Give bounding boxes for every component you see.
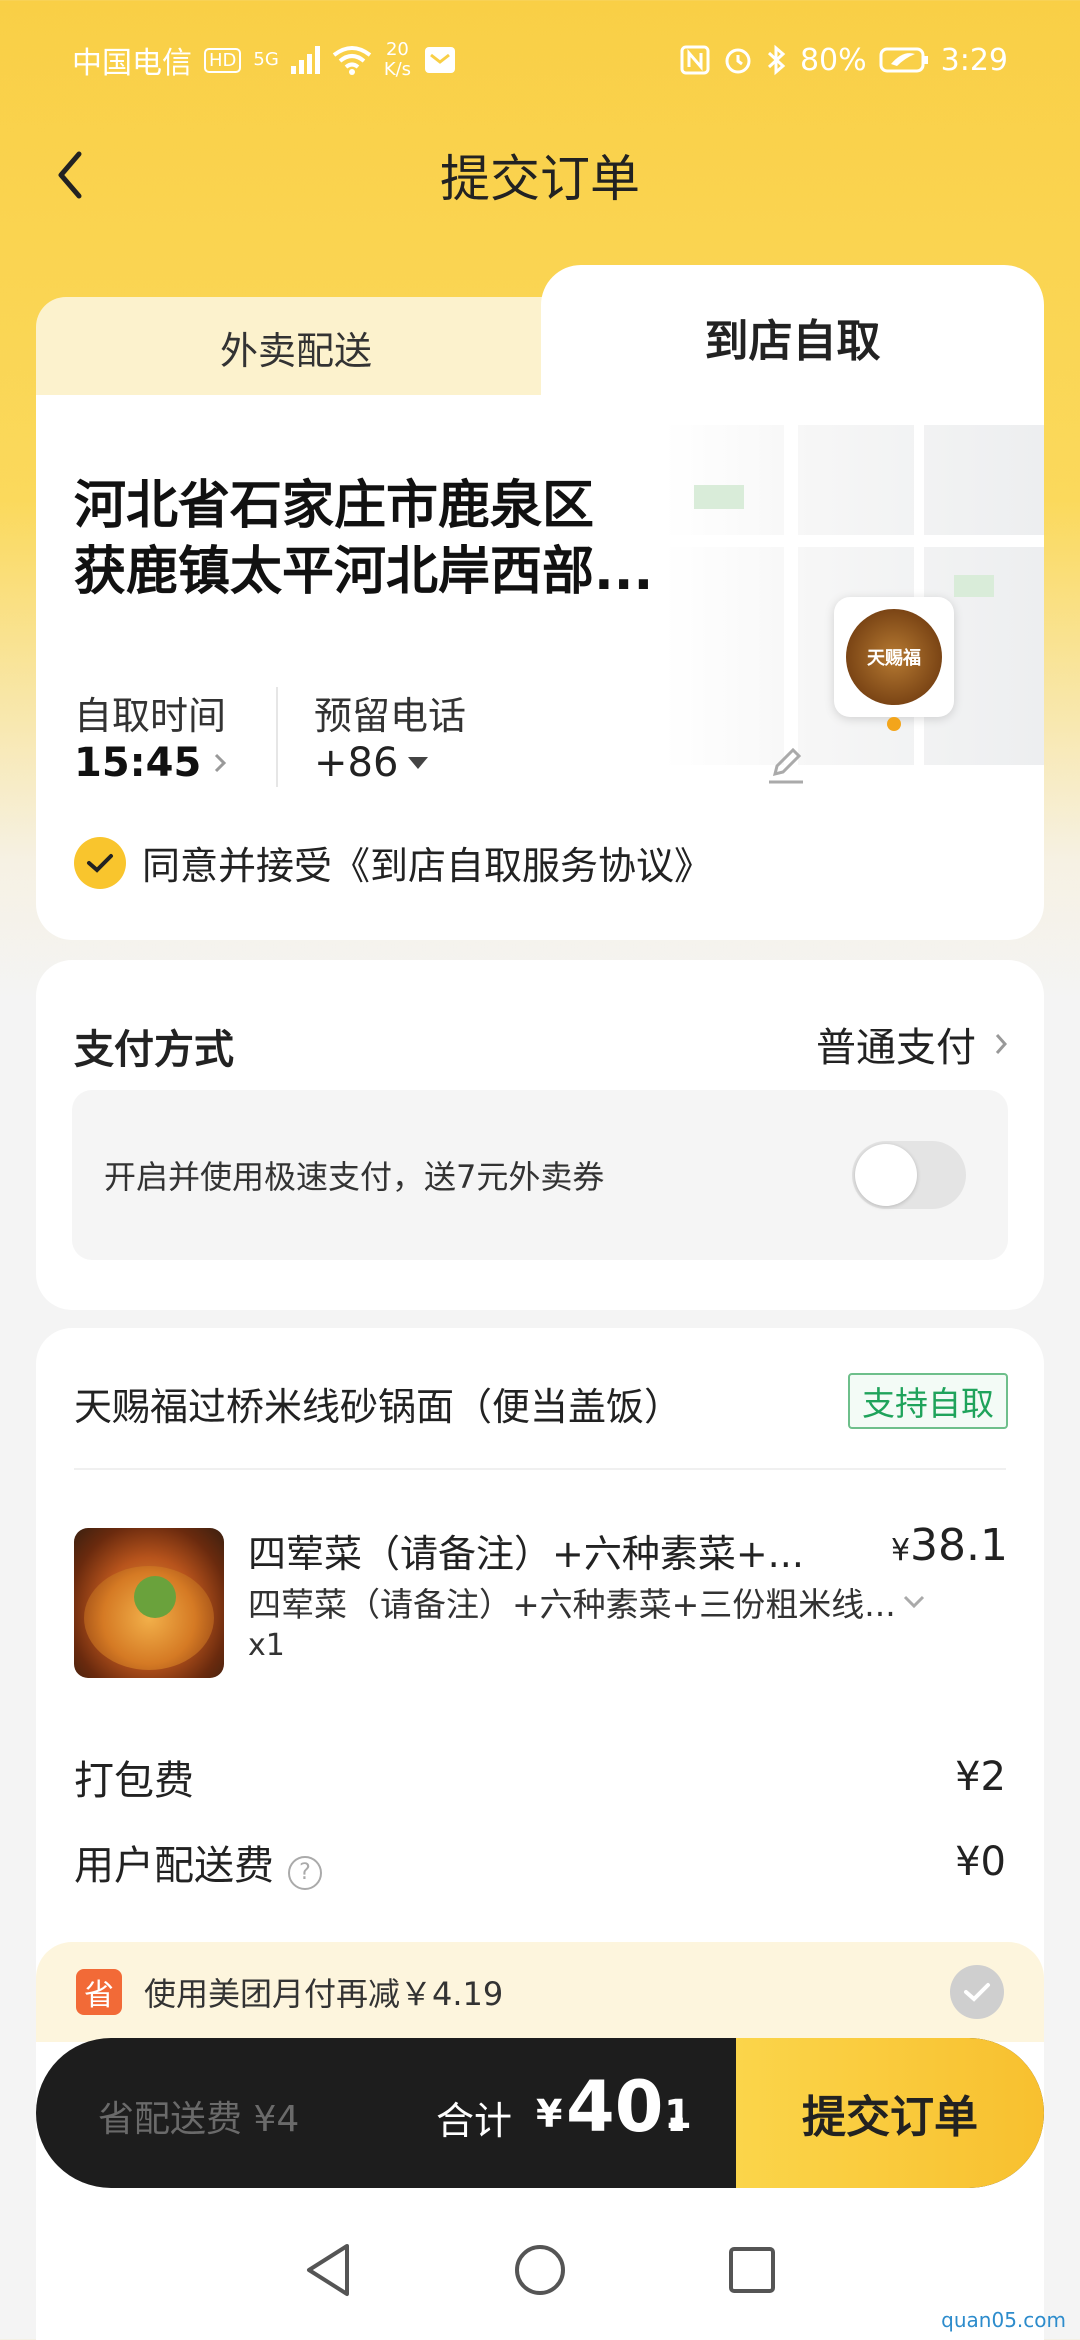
net-speed: 20 K/s <box>384 40 411 80</box>
total-amount-decimal: 1 <box>664 2092 692 2138</box>
monthly-pay-checkbox[interactable] <box>950 1965 1004 2019</box>
net-speed-unit: K/s <box>383 59 412 80</box>
toggle-knob <box>855 1144 917 1206</box>
food-item-price-value: 38.1 <box>910 1520 1008 1571</box>
agreement-checkbox[interactable] <box>74 836 126 889</box>
food-item-quantity: x1 <box>248 1628 285 1663</box>
total-label: 合计 <box>436 2099 513 2143</box>
map-pin-dot <box>887 717 901 731</box>
watermark: quan05.com <box>941 2308 1066 2332</box>
packing-fee-value: ¥2 <box>955 1754 1006 1800</box>
phone-country-code-selector[interactable]: +86 <box>314 740 430 786</box>
status-left: 中国电信 HD 5G 20 K/s <box>72 38 457 82</box>
signal-icon <box>290 46 320 74</box>
tab-delivery[interactable]: 外卖配送 <box>36 297 556 405</box>
nav-recents-icon[interactable] <box>727 2245 777 2295</box>
delivery-saving-text: 省配送费 ¥4 <box>98 2099 300 2140</box>
pickup-time-label: 自取时间 <box>74 694 227 738</box>
shop-name: 天赐福过桥米线砂锅面（便当盖饭） <box>74 1385 683 1429</box>
store-logo-text: 天赐福 <box>867 648 921 669</box>
total-currency: ¥ <box>536 2092 563 2136</box>
page-title: 提交订单 <box>440 150 640 208</box>
delivery-fee-row: 用户配送费? ¥0 <box>74 1833 1006 1891</box>
status-bar: 中国电信 HD 5G 20 K/s 80% 3:29 <box>0 0 1080 120</box>
submit-order-button[interactable]: 提交订单 <box>736 2038 1044 2188</box>
back-button[interactable] <box>40 145 100 205</box>
chevron-right-icon <box>215 753 227 773</box>
packing-fee-row: 打包费 ¥2 <box>74 1748 1006 1806</box>
checkout-bar: 省配送费 ¥4 合计 ¥ 40. 1 提交订单 <box>36 2038 1044 2188</box>
fast-pay-text: 开启并使用极速支付，送7元外卖券 <box>104 1158 605 1196</box>
delivery-mode-tabs: 外卖配送 到店自取 <box>36 265 1044 405</box>
carrier-name: 中国电信 <box>72 46 192 81</box>
payment-method-value: 普通支付 <box>816 1025 976 1071</box>
nfc-icon <box>680 45 710 75</box>
address-line-2: 获鹿镇太平河北岸西部... <box>74 542 654 602</box>
hd-badge: HD <box>204 47 242 73</box>
nav-home-icon[interactable] <box>513 2243 567 2297</box>
packing-fee-label: 打包费 <box>74 1758 194 1804</box>
currency-symbol: ¥ <box>890 1533 911 1568</box>
battery-percent: 80% <box>799 42 867 78</box>
pickup-card: 天赐福 河北省石家庄市鹿泉区 获鹿镇太平河北岸西部... 自取时间 15:45 … <box>36 395 1044 940</box>
store-map-marker[interactable]: 天赐福 <box>834 597 954 717</box>
network-type: 5G <box>253 49 279 70</box>
battery-icon <box>879 47 928 73</box>
food-item-name: 四荤菜（请备注）+六种素菜+... <box>248 1532 804 1576</box>
edit-phone-icon[interactable] <box>761 740 811 790</box>
pickup-time-selector[interactable]: 15:45 <box>74 740 227 786</box>
fast-pay-toggle[interactable] <box>852 1141 966 1209</box>
agreement-text: 同意并接受《到店自取服务协议》 <box>142 844 713 888</box>
payment-card: 支付方式 普通支付 开启并使用极速支付，送7元外卖券 <box>36 960 1044 1310</box>
phone-prefix: +86 <box>314 740 399 786</box>
order-card: 天赐福过桥米线砂锅面（便当盖饭） 支持自取 四荤菜（请备注）+六种素菜+... … <box>36 1328 1044 2340</box>
status-right: 80% 3:29 <box>680 43 1008 78</box>
nav-back-icon[interactable] <box>303 2242 353 2298</box>
fast-pay-row: 开启并使用极速支付，送7元外卖券 <box>72 1090 1008 1260</box>
monthly-pay-banner[interactable]: 省 使用美团月付再减￥4.19 <box>36 1942 1044 2042</box>
delivery-fee-label-wrap: 用户配送费? <box>74 1833 322 1891</box>
store-logo: 天赐福 <box>846 609 942 705</box>
address-line-1: 河北省石家庄市鹿泉区 <box>74 476 595 536</box>
food-item-spec-text: 四荤菜（请备注）+六种素菜+三份粗米线... <box>248 1585 896 1624</box>
net-speed-value: 20 <box>385 39 409 60</box>
caret-down-icon <box>408 757 429 769</box>
system-nav-bar <box>0 2200 1080 2340</box>
clock: 3:29 <box>940 42 1008 78</box>
delivery-fee-value: ¥0 <box>955 1839 1006 1885</box>
divider <box>276 687 278 787</box>
phone-label: 预留电话 <box>314 694 467 738</box>
bluetooth-icon <box>767 44 786 76</box>
pickup-time-value: 15:45 <box>74 740 202 786</box>
chevron-down-icon <box>903 1595 924 1609</box>
food-image <box>74 1528 224 1678</box>
divider <box>74 1468 1006 1470</box>
message-icon <box>425 47 456 73</box>
agreement-row[interactable]: 同意并接受《到店自取服务协议》 <box>74 835 712 890</box>
food-item-price: ¥38.1 <box>891 1520 1008 1571</box>
help-icon[interactable]: ? <box>288 1855 322 1890</box>
payment-title: 支付方式 <box>74 1027 234 1073</box>
check-icon <box>964 1983 990 2002</box>
alarm-icon <box>725 48 751 74</box>
pickup-support-badge: 支持自取 <box>848 1373 1008 1429</box>
savings-icon-text: 省 <box>84 1978 114 2013</box>
savings-icon: 省 <box>76 1969 122 2015</box>
payment-method-selector[interactable]: 普通支付 <box>816 1015 1008 1073</box>
title-bar: 提交订单 <box>0 130 1080 220</box>
check-icon <box>87 853 113 873</box>
food-item-spec[interactable]: 四荤菜（请备注）+六种素菜+三份粗米线... <box>248 1578 926 1626</box>
chevron-right-icon <box>995 1034 1008 1054</box>
tab-pickup[interactable]: 到店自取 <box>541 265 1044 405</box>
pickup-address: 河北省石家庄市鹿泉区 获鹿镇太平河北岸西部... <box>74 473 774 605</box>
back-arrow-icon <box>58 151 82 199</box>
delivery-fee-label: 用户配送费 <box>74 1843 274 1889</box>
monthly-pay-text: 使用美团月付再减￥4.19 <box>144 1975 504 2013</box>
wifi-icon <box>332 46 372 75</box>
